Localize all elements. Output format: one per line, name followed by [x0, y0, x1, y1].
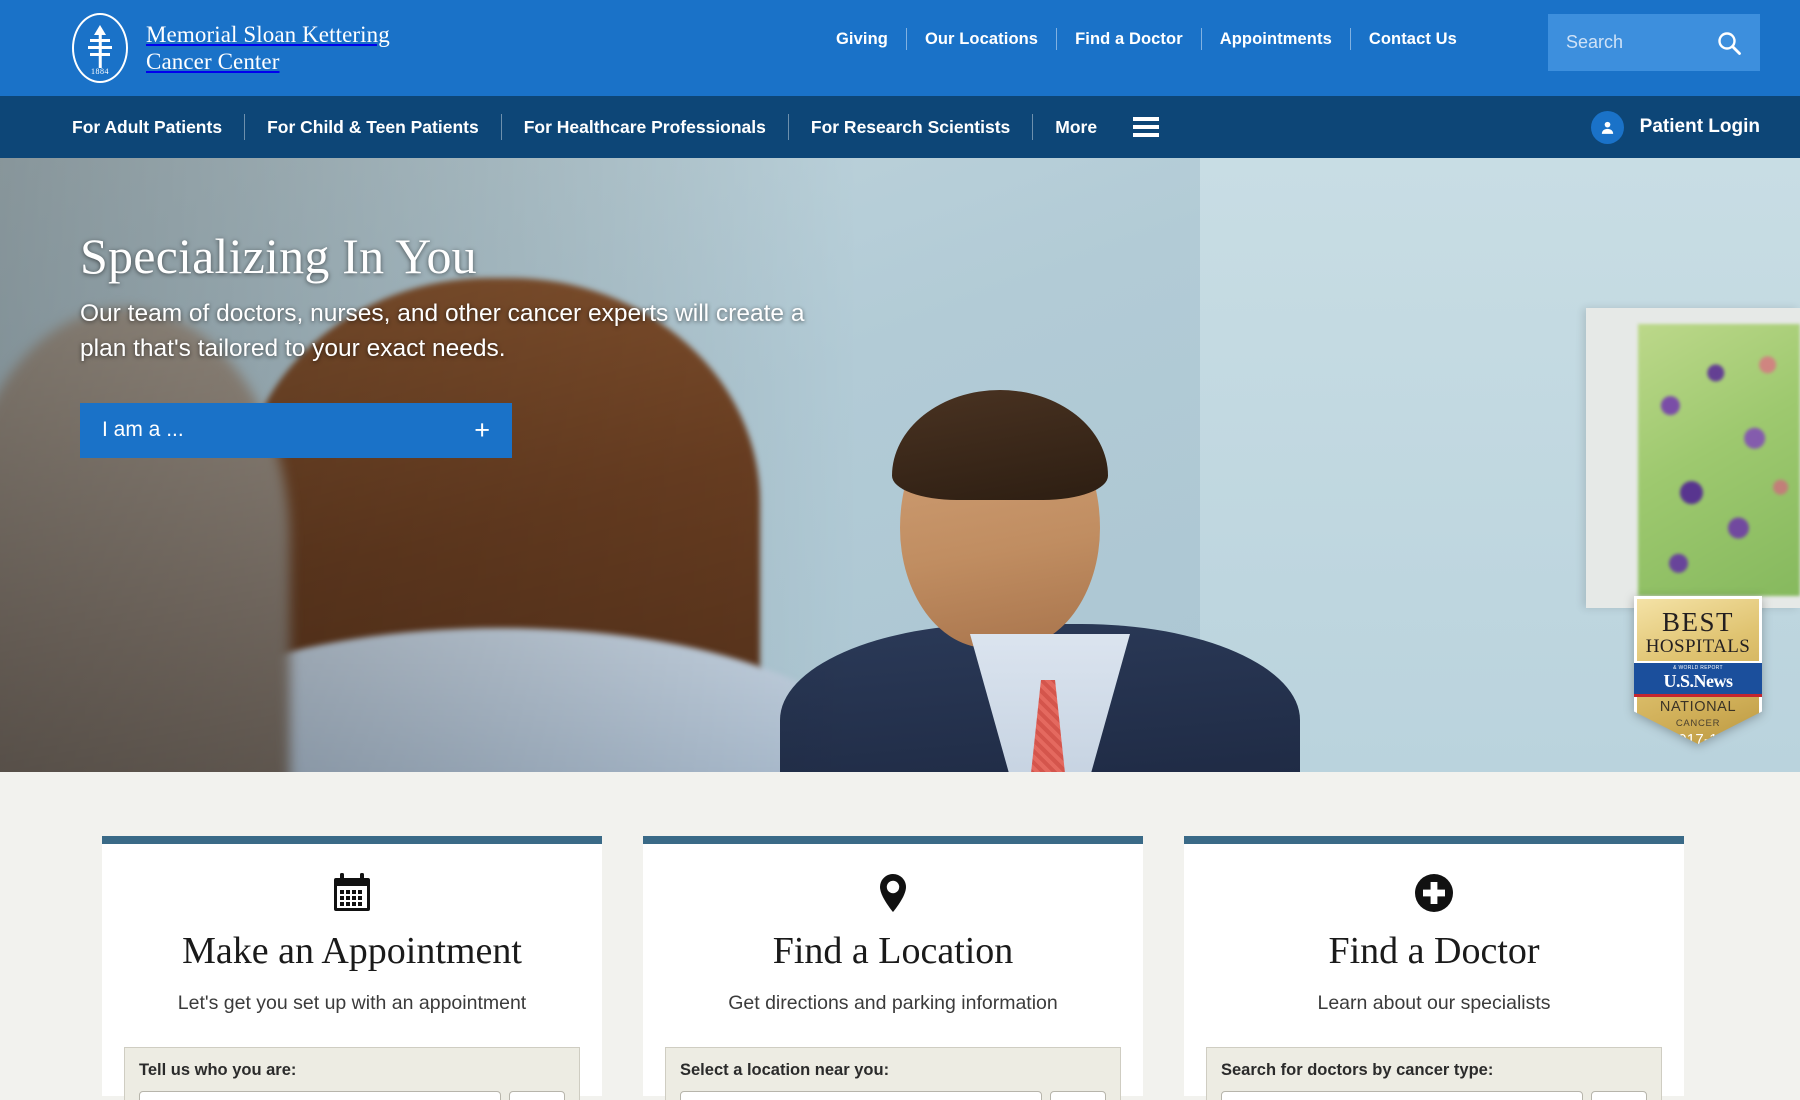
- nav-find-a-doctor[interactable]: Find a Doctor: [1057, 30, 1201, 49]
- badge-ribbon: & WORLD REPORT U.S.News: [1634, 661, 1762, 697]
- patient-login-label: Patient Login: [1639, 116, 1760, 137]
- card-title: Make an Appointment: [182, 930, 522, 972]
- doctor-portrait: [780, 390, 1300, 772]
- logo-year: 1884: [91, 67, 109, 76]
- cancer-type-select[interactable]: [1221, 1090, 1583, 1100]
- card-form-go-button[interactable]: [1591, 1090, 1647, 1100]
- primary-nav: For Adult Patients For Child & Teen Pati…: [0, 96, 1800, 158]
- badge-category-label: CANCER: [1675, 717, 1721, 729]
- card-subtitle: Learn about our specialists: [1317, 991, 1551, 1014]
- logo-line-2: Cancer Center: [146, 49, 280, 74]
- subnav-item-more[interactable]: More: [1033, 117, 1119, 138]
- utility-nav: Giving Our Locations Find a Doctor Appoi…: [818, 28, 1475, 50]
- badge-usnews-label: U.S.News: [1663, 671, 1733, 691]
- search-box[interactable]: Search: [1548, 14, 1760, 71]
- card-form-label: Search for doctors by cancer type:: [1221, 1060, 1494, 1079]
- badge-national-label: NATIONAL: [1659, 698, 1737, 715]
- nav-giving[interactable]: Giving: [818, 30, 906, 49]
- primary-nav-items: For Adult Patients For Child & Teen Pati…: [72, 114, 1160, 140]
- logo-wordmark: Memorial Sloan Kettering Cancer Center: [146, 21, 390, 75]
- subnav-item-healthcare-professionals[interactable]: For Healthcare Professionals: [502, 117, 788, 138]
- card-title: Find a Doctor: [1328, 930, 1540, 972]
- subnav-item-adult-patients[interactable]: For Adult Patients: [72, 117, 244, 138]
- subnav-item-child-teen-patients[interactable]: For Child & Teen Patients: [245, 117, 501, 138]
- plus-icon: +: [474, 414, 490, 445]
- badge-hospitals-label: HOSPITALS: [1645, 636, 1751, 657]
- card-form: Select a location near you:: [665, 1046, 1121, 1100]
- hamburger-menu-icon[interactable]: [1133, 117, 1160, 137]
- plus-circle-icon: [1206, 870, 1662, 916]
- hero-content: Specializing In You Our team of doctors,…: [80, 230, 820, 458]
- card-subtitle: Let's get you set up with an appointment: [177, 991, 527, 1014]
- i-am-a-label: I am a ...: [102, 418, 184, 442]
- card-form-label: Tell us who you are:: [139, 1060, 297, 1079]
- card-find-a-doctor[interactable]: Find a Doctor Learn about our specialist…: [1184, 836, 1684, 1100]
- location-select[interactable]: [680, 1090, 1042, 1100]
- patient-login-button[interactable]: Patient Login: [1590, 110, 1760, 144]
- wall-artwork: [1586, 308, 1800, 608]
- calendar-icon: [124, 870, 580, 916]
- site-header: 1884 Memorial Sloan Kettering Cancer Cen…: [0, 0, 1800, 96]
- card-form-go-button[interactable]: [509, 1090, 565, 1100]
- logo-line-1: Memorial Sloan Kettering: [146, 21, 390, 47]
- card-make-an-appointment[interactable]: Make an Appointment Let's get you set up…: [102, 836, 602, 1100]
- us-news-best-hospitals-badge: BEST HOSPITALS & WORLD REPORT U.S.News N…: [1634, 596, 1762, 744]
- card-form: Tell us who you are:: [124, 1046, 580, 1100]
- search-icon[interactable]: [1716, 30, 1742, 56]
- search-input[interactable]: Search: [1566, 32, 1716, 53]
- nav-appointments[interactable]: Appointments: [1202, 30, 1350, 49]
- badge-best-label: BEST: [1661, 607, 1734, 637]
- hero-subtitle: Our team of doctors, nurses, and other c…: [80, 300, 805, 362]
- quick-actions-row: Make an Appointment Let's get you set up…: [0, 772, 1800, 1100]
- card-form-go-button[interactable]: [1050, 1090, 1106, 1100]
- i-am-a-dropdown[interactable]: I am a ... +: [80, 402, 512, 458]
- subnav-item-research-scientists[interactable]: For Research Scientists: [789, 117, 1032, 138]
- hero-banner: Specializing In You Our team of doctors,…: [0, 158, 1800, 772]
- card-form-label: Select a location near you:: [680, 1060, 890, 1079]
- quick-actions-section: Make an Appointment Let's get you set up…: [0, 772, 1800, 1100]
- who-you-are-select[interactable]: [139, 1090, 501, 1100]
- nav-our-locations[interactable]: Our Locations: [907, 30, 1056, 49]
- card-title: Find a Location: [772, 930, 1014, 972]
- user-avatar-icon: [1590, 110, 1624, 144]
- site-logo-link[interactable]: 1884 Memorial Sloan Kettering Cancer Cen…: [72, 13, 390, 83]
- hero-title: Specializing In You: [80, 228, 477, 284]
- nav-contact-us[interactable]: Contact Us: [1351, 30, 1475, 49]
- msk-oval-logo-icon: 1884: [72, 13, 128, 83]
- card-find-a-location[interactable]: Find a Location Get directions and parki…: [643, 836, 1143, 1100]
- card-subtitle: Get directions and parking information: [728, 991, 1058, 1014]
- card-form: Search for doctors by cancer type:: [1206, 1046, 1662, 1100]
- map-pin-icon: [665, 870, 1121, 916]
